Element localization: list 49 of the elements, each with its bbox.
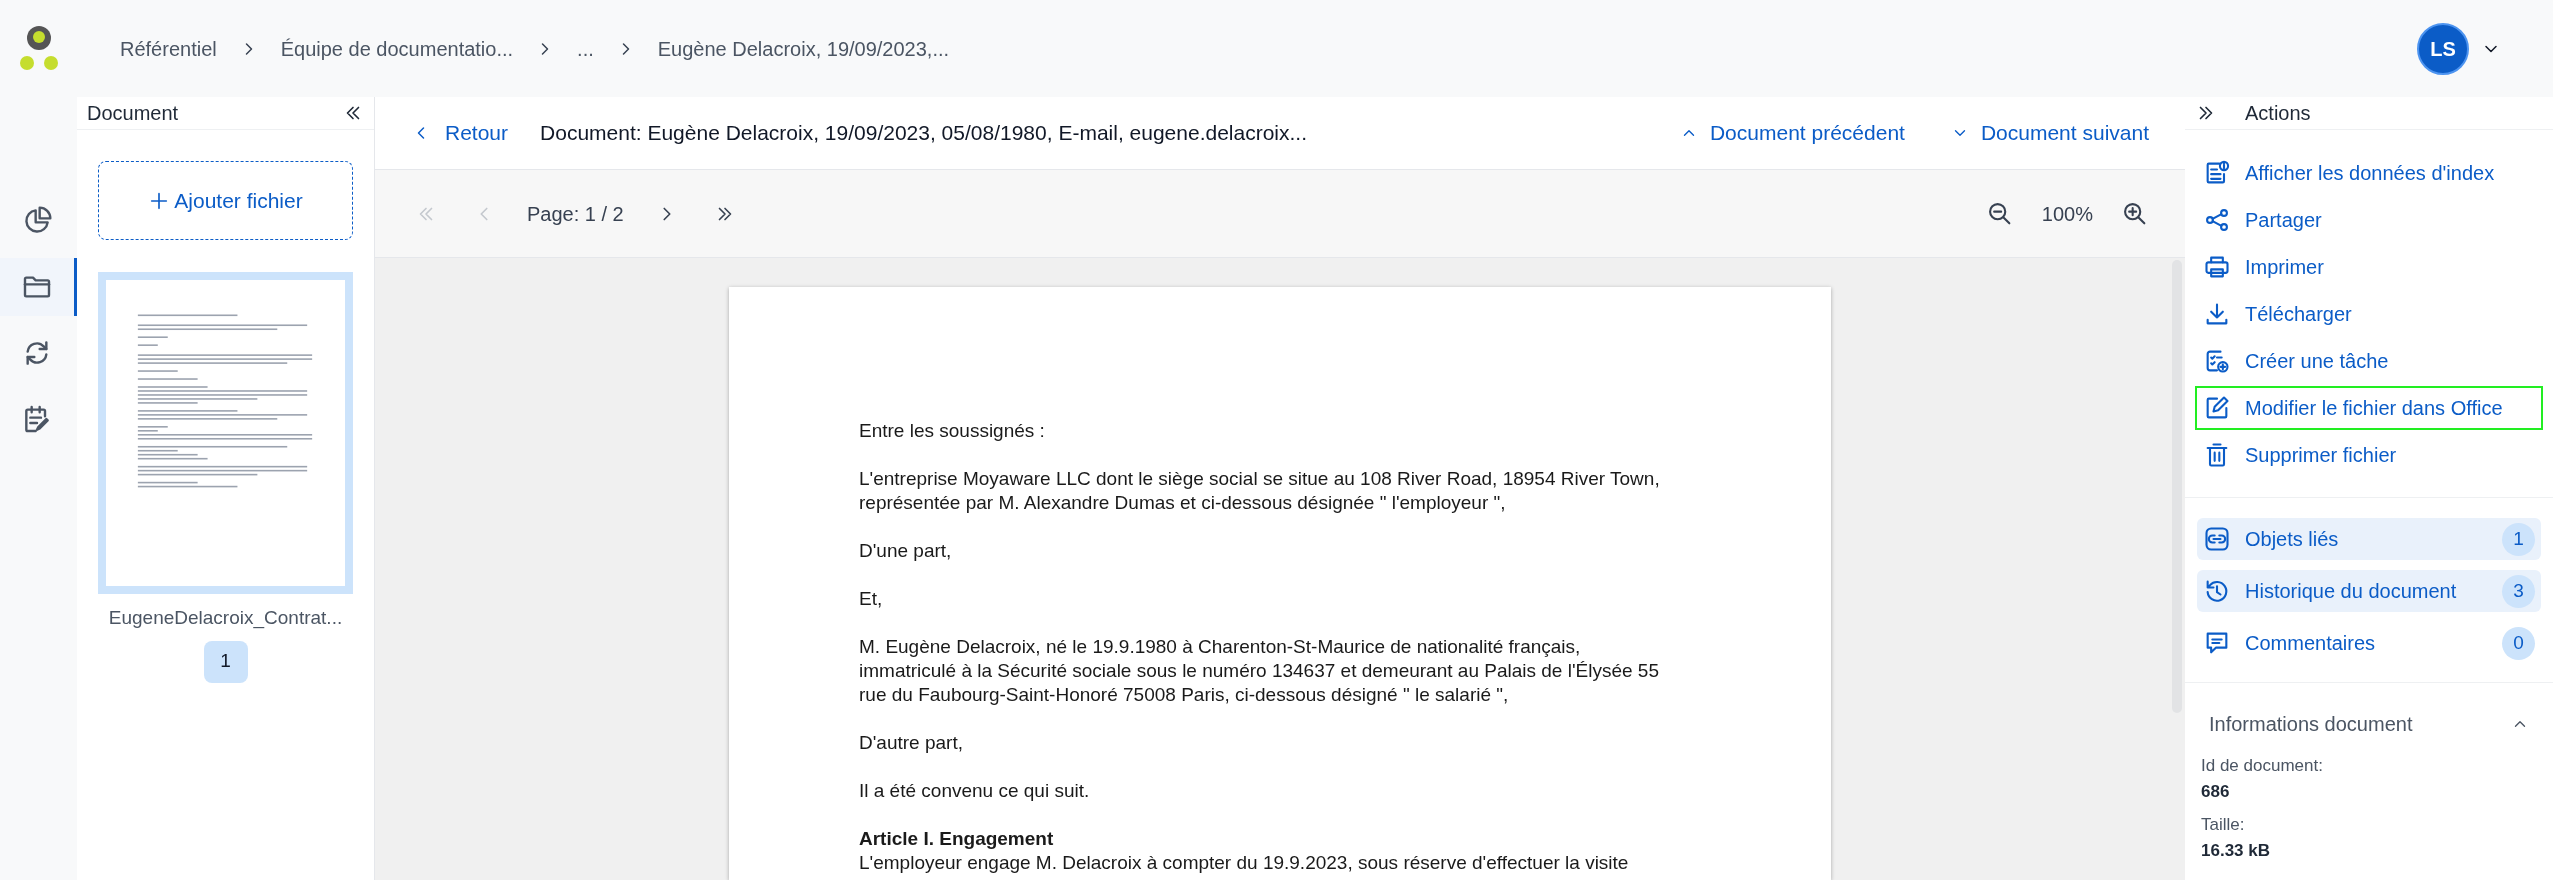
field-label: Id de document: <box>2201 755 2324 777</box>
paragraph: D'autre part, <box>859 731 964 755</box>
breadcrumb-link[interactable]: Eugène Delacroix, 19/09/2023,... <box>657 33 950 64</box>
paragraph: L'employeur engage M. Delacroix à compter du 19.9.2023, sous réserve d'effectuer la visite <box>859 851 1630 875</box>
related-item-label: Commentaires <box>2245 631 2377 656</box>
share-icon <box>2203 206 2231 234</box>
panel-title: Document <box>87 101 179 126</box>
action-button[interactable]: Partager <box>2197 200 2541 240</box>
next-document-link[interactable]: Document suivant <box>1950 117 2149 149</box>
paragraph: Il a été convenu ce qui suit. <box>859 779 1091 803</box>
related-item-label: Objets liés <box>2245 527 2340 552</box>
action-button[interactable]: Télécharger <box>2197 294 2541 334</box>
action-button[interactable]: Afficher les données d'index <box>2197 153 2541 193</box>
action-button[interactable]: Imprimer <box>2197 247 2541 287</box>
related-item-label: Historique du document <box>2245 579 2458 604</box>
action-button[interactable]: Supprimer fichier <box>2197 435 2541 475</box>
action-button[interactable]: Créer une tâche <box>2197 341 2541 381</box>
info-section-toggle[interactable]: Informations document <box>2185 683 2553 743</box>
link-icon <box>2203 525 2231 553</box>
panel-title: Actions <box>2245 101 2311 126</box>
field-label: Taille: <box>2201 814 2246 836</box>
previous-document-link[interactable]: Document précédent <box>1679 117 1905 149</box>
breadcrumb-link[interactable]: Référentiel <box>120 33 217 64</box>
back-link[interactable]: Retour <box>411 117 509 149</box>
logo-icon <box>18 24 60 73</box>
action-button[interactable]: Modifier le fichier dans Office <box>2197 388 2541 428</box>
paragraph: M. Eugène Delacroix, né le 19.9.1980 à Charenton-St-Maurice de nationalité français, immatriculé à la Sécurité sociale sous le numéro 134637 et demeurant au Palais de l'Élysée 55 rue du Faubourg-Saint-Honoré 75008 Paris, ci-dessous désigné " le salarié ", <box>859 635 1660 707</box>
document-title: Document: Eugène Delacroix, 19/09/2023, 05/08/1980, E-mail, eugene.delacroix... <box>540 120 1307 147</box>
paragraph: Entre les soussignés : <box>859 419 1046 443</box>
add-file-button[interactable]: Ajouter fichier <box>98 161 353 240</box>
article-heading: Article I. Engagement <box>859 827 1055 851</box>
related-item[interactable]: Historique du document 3 <box>2197 570 2541 612</box>
paragraph: Et, <box>859 587 884 611</box>
zoom-level: 100% <box>2041 201 2093 227</box>
page-count-badge: 1 <box>203 640 248 683</box>
field-value: 16.33 kB <box>2201 839 2271 862</box>
page-indicator: Page: 1 / 2 <box>527 201 624 227</box>
related-item[interactable]: Objets liés 1 <box>2197 518 2541 560</box>
breadcrumb-link[interactable]: Équipe de documentatio... <box>280 33 514 64</box>
count-badge: 0 <box>2502 626 2535 660</box>
paragraph: D'une part, <box>859 539 953 563</box>
paragraph: L'entreprise Moyaware LLC dont le siège social se situe au 108 River Road, 18954 River Town, représentée par M. Alexandre Dumas et ci-dessous désignée " l'employeur ", <box>859 467 1661 515</box>
count-badge: 3 <box>2502 574 2535 608</box>
field-value: 686 <box>2201 780 2231 803</box>
breadcrumb-link[interactable]: ... <box>577 33 594 64</box>
user-avatar[interactable]: LS <box>2417 22 2469 75</box>
nav-rail-button[interactable] <box>0 258 77 316</box>
count-badge: 1 <box>2502 522 2535 556</box>
file-name: EugeneDelacroix_Contrat... <box>107 606 344 631</box>
